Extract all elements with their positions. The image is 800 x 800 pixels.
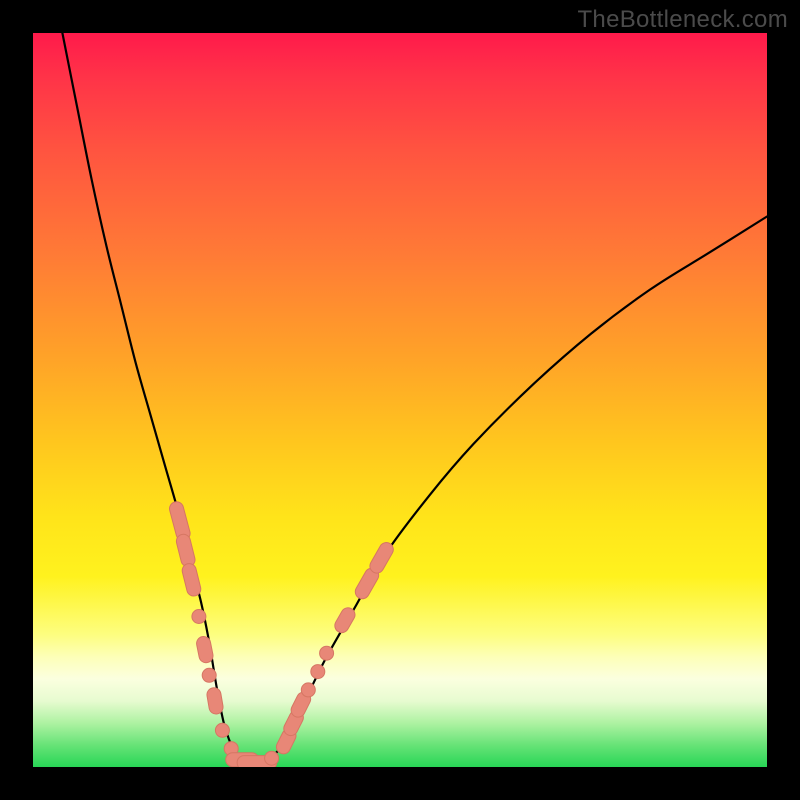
watermark-text: TheBottleneck.com: [577, 6, 788, 34]
marker-dot: [265, 751, 279, 765]
marker-dot: [202, 668, 216, 682]
plot-area: [33, 33, 767, 767]
marker-pill: [181, 562, 203, 597]
chart-frame: TheBottleneck.com: [0, 0, 800, 800]
marker-pill: [206, 687, 224, 715]
marker-dot: [215, 723, 229, 737]
curve-layer: [33, 33, 767, 767]
marker-dot: [311, 665, 325, 679]
marker-pill: [175, 533, 197, 568]
marker-dot: [320, 646, 334, 660]
marker-pill: [367, 540, 396, 576]
bottleneck-curve: [62, 33, 767, 767]
marker-pill: [195, 635, 214, 664]
curve-markers: [168, 500, 396, 767]
marker-dot: [301, 683, 315, 697]
marker-dot: [192, 610, 206, 624]
